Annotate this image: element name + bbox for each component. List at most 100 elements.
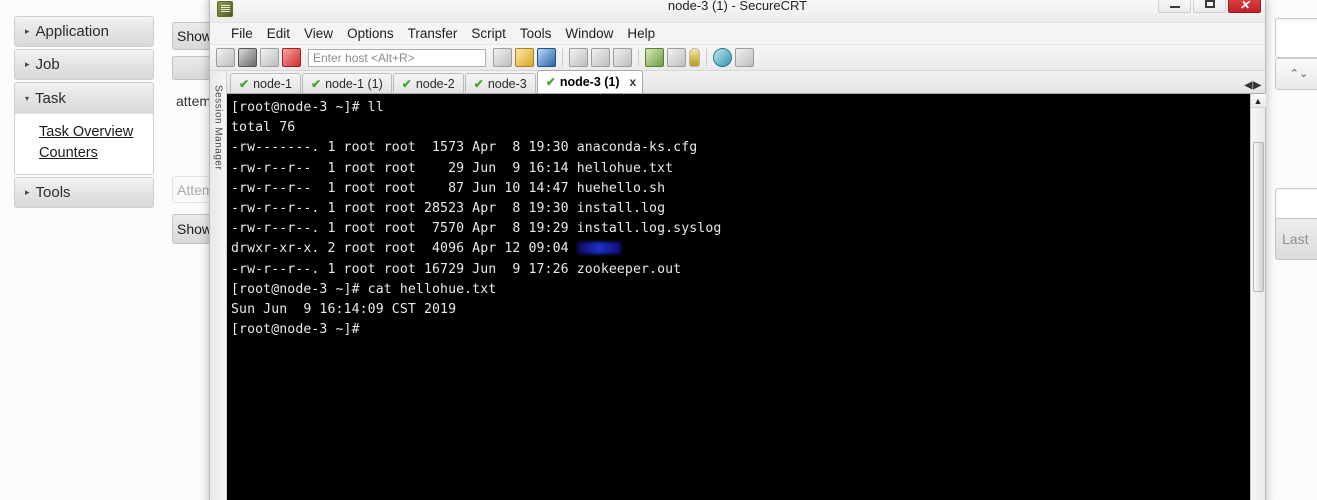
terminal-line: -rw-r--r-- 1 root root 87 Jun 10 14:47 h… bbox=[231, 180, 666, 196]
session-area: ✔ node-1 ✔ node-1 (1) ✔ node-2 ✔ node-3 bbox=[227, 70, 1266, 500]
tab-scroll-left-icon[interactable]: ◀ bbox=[1245, 80, 1253, 91]
toolbar-separator bbox=[638, 49, 639, 66]
securecrt-window: node-3 (1) - SecureCRT ✕ File Edit View … bbox=[209, 0, 1266, 500]
sidebar-section-job[interactable]: ▸ Job bbox=[14, 49, 154, 80]
menu-tools[interactable]: Tools bbox=[513, 24, 559, 43]
terminal-line: -rw-r--r--. 1 root root 16729 Jun 9 17:2… bbox=[231, 261, 682, 277]
scrollbar-thumb[interactable] bbox=[1252, 142, 1264, 292]
background-clipped-left-widgets: Show attem Attem Show bbox=[160, 0, 293, 500]
connect-sftp-icon[interactable] bbox=[260, 48, 279, 67]
connected-check-icon: ✔ bbox=[311, 76, 322, 91]
menu-options[interactable]: Options bbox=[340, 24, 401, 43]
sidebar-section-task-body: Task Overview Counters bbox=[14, 113, 154, 175]
window-controls: ✕ bbox=[1158, 0, 1261, 13]
window-title: node-3 (1) - SecureCRT bbox=[667, 0, 808, 13]
terminal-line: -rw-r--r--. 1 root root 28523 Apr 8 19:3… bbox=[231, 201, 666, 217]
connected-check-icon: ✔ bbox=[239, 76, 250, 91]
tab-node-3-1[interactable]: ✔ node-3 (1) x bbox=[536, 70, 644, 93]
menu-bar: File Edit View Options Transfer Script T… bbox=[210, 23, 1265, 45]
screen: ▸ Application ▸ Job ▾ Task Task Overview… bbox=[0, 0, 1317, 500]
pin-icon[interactable] bbox=[689, 48, 700, 67]
sidebar-link-task-overview[interactable]: Task Overview bbox=[39, 122, 153, 143]
connected-check-icon: ✔ bbox=[545, 75, 556, 89]
tab-node-1[interactable]: ✔ node-1 bbox=[230, 73, 301, 93]
connected-check-icon: ✔ bbox=[473, 76, 484, 91]
terminal-line: -rw-r--r-- 1 root root 29 Jun 9 16:14 he… bbox=[231, 160, 674, 176]
close-button[interactable]: ✕ bbox=[1228, 0, 1261, 13]
menu-window[interactable]: Window bbox=[558, 24, 620, 43]
terminal-area: [root@node-3 ~]# ll total 76 -rw-------. 1… bbox=[227, 94, 1266, 500]
terminal-line: [root@node-3 ~]# bbox=[231, 322, 368, 338]
terminal-line: [root@node-3 ~]# ll bbox=[231, 100, 384, 115]
sidebar-section-label: Application bbox=[35, 23, 109, 40]
tab-node-1-1[interactable]: ✔ node-1 (1) bbox=[302, 73, 392, 93]
window-titlebar[interactable]: node-3 (1) - SecureCRT ✕ bbox=[210, 0, 1265, 23]
sidebar-section-label: Tools bbox=[35, 184, 71, 201]
background-spinner[interactable]: ⌃⌄ bbox=[1275, 58, 1317, 90]
terminal-line: drwxr-xr-x. 2 root root 4096 Apr 12 09:0… bbox=[231, 239, 1250, 259]
terminal-output[interactable]: [root@node-3 ~]# ll total 76 -rw-------. 1… bbox=[227, 94, 1250, 500]
background-sidebar: ▸ Application ▸ Job ▾ Task Task Overview… bbox=[14, 16, 154, 210]
sidebar-section-label: Job bbox=[35, 56, 60, 73]
close-icon: ✕ bbox=[1239, 0, 1250, 12]
copy-icon[interactable] bbox=[493, 48, 512, 67]
terminal-line: total 76 bbox=[231, 120, 296, 136]
tab-node-3[interactable]: ✔ node-3 bbox=[464, 73, 536, 93]
close-tab-icon[interactable]: x bbox=[630, 75, 637, 89]
tab-label: node-3 (1) bbox=[559, 75, 620, 89]
chart-icon[interactable] bbox=[735, 48, 754, 67]
chevron-down-icon: ▾ bbox=[25, 93, 30, 103]
scroll-up-icon[interactable]: ▲ bbox=[1250, 94, 1266, 108]
session-manager-icon[interactable] bbox=[216, 48, 235, 67]
toolbar: Enter host <Alt+R> bbox=[210, 45, 1265, 71]
find-icon[interactable] bbox=[537, 48, 556, 67]
menu-view[interactable]: View bbox=[297, 24, 340, 43]
terminal-scrollbar[interactable]: ▲ bbox=[1250, 94, 1266, 500]
new-window-icon[interactable] bbox=[645, 48, 664, 67]
sidebar-section-application[interactable]: ▸ Application bbox=[14, 16, 154, 47]
background-last-button[interactable]: Last bbox=[1275, 218, 1317, 260]
redacted-directory-name bbox=[576, 242, 621, 255]
terminal-line: -rw-r--r--. 1 root root 7570 Apr 8 19:29… bbox=[231, 221, 722, 237]
background-input-1[interactable] bbox=[1275, 18, 1317, 58]
chevron-right-icon: ▸ bbox=[25, 59, 30, 69]
chevron-right-icon: ▸ bbox=[25, 26, 30, 36]
help-icon[interactable] bbox=[713, 48, 732, 67]
tab-scroll-right-icon[interactable]: ▶ bbox=[1253, 80, 1261, 91]
terminal-line: -rw-------. 1 root root 1573 Apr 8 19:30… bbox=[231, 140, 698, 156]
menu-file[interactable]: File bbox=[224, 24, 260, 43]
toolbar-separator bbox=[562, 49, 563, 66]
options-icon[interactable] bbox=[667, 48, 686, 67]
tab-scroll-controls: ◀ ▶ bbox=[1245, 80, 1265, 93]
chevron-right-icon: ▸ bbox=[25, 187, 30, 197]
print-selection-icon[interactable] bbox=[613, 48, 632, 67]
menu-help[interactable]: Help bbox=[620, 24, 662, 43]
disconnect-icon[interactable] bbox=[282, 48, 301, 67]
window-body: Session Manager ✔ node-1 ✔ node-1 (1) ✔ … bbox=[210, 70, 1266, 500]
paste-icon[interactable] bbox=[515, 48, 534, 67]
menu-transfer[interactable]: Transfer bbox=[401, 24, 465, 43]
host-input[interactable]: Enter host <Alt+R> bbox=[308, 48, 486, 67]
connect-icon[interactable] bbox=[238, 48, 257, 67]
terminal-line: Sun Jun 9 16:14:09 CST 2019 bbox=[231, 302, 457, 318]
tab-label: node-3 bbox=[487, 76, 527, 91]
menu-script[interactable]: Script bbox=[464, 24, 513, 43]
connected-check-icon: ✔ bbox=[401, 76, 412, 91]
terminal-line: [root@node-3 ~]# cat hellohue.txt bbox=[231, 281, 497, 297]
session-manager-label: Session Manager bbox=[212, 85, 224, 171]
sidebar-section-label: Task bbox=[35, 89, 66, 107]
session-manager-tab[interactable]: Session Manager bbox=[210, 71, 227, 500]
sidebar-link-counters[interactable]: Counters bbox=[39, 143, 153, 164]
tab-label: node-1 (1) bbox=[325, 76, 383, 91]
tab-node-2[interactable]: ✔ node-2 bbox=[392, 73, 464, 93]
tab-label: node-1 bbox=[253, 76, 292, 91]
minimize-button[interactable] bbox=[1158, 0, 1191, 13]
tab-bar: ✔ node-1 ✔ node-1 (1) ✔ node-2 ✔ node-3 bbox=[227, 70, 1265, 94]
maximize-button[interactable] bbox=[1193, 0, 1226, 13]
sidebar-section-tools[interactable]: ▸ Tools bbox=[14, 177, 154, 208]
log-session-icon[interactable] bbox=[591, 48, 610, 67]
tab-label: node-2 bbox=[415, 76, 455, 91]
print-icon[interactable] bbox=[569, 48, 588, 67]
sidebar-section-task[interactable]: ▾ Task bbox=[14, 82, 154, 113]
menu-edit[interactable]: Edit bbox=[260, 24, 297, 43]
